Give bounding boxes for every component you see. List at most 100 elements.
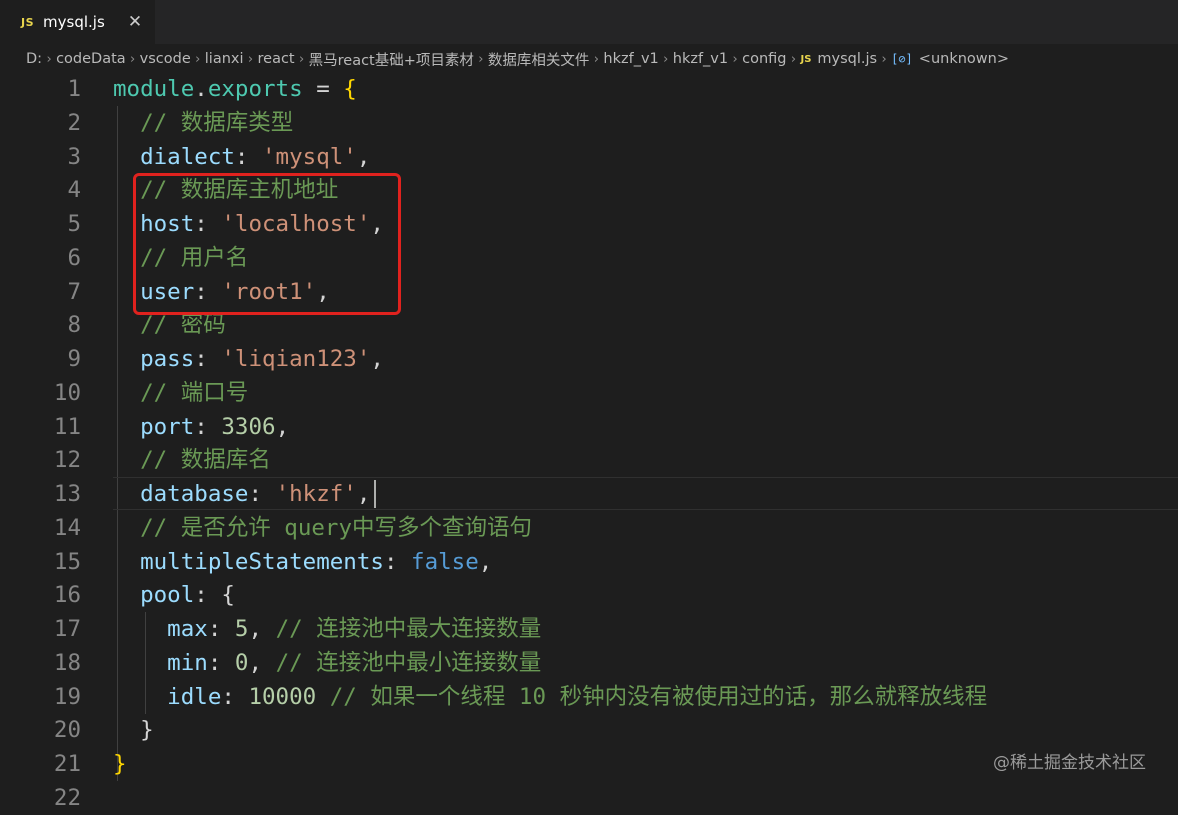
chevron-right-icon: ›: [663, 51, 669, 67]
code-token: 'liqian123': [221, 346, 371, 372]
js-file-icon: JS: [800, 53, 812, 65]
code-text: port: 3306,: [113, 410, 289, 444]
line-number: 6: [67, 244, 81, 271]
code-token: ,: [356, 481, 371, 507]
code-line: 12 // 数据库名: [0, 443, 1178, 477]
code-token: false: [411, 548, 479, 575]
code-token: // 如果一个线程 10 秒钟内没有被使用过的话，那么就释放线程: [329, 683, 988, 710]
code-line: 10 // 端口号: [0, 376, 1178, 410]
line-number: 11: [53, 413, 81, 440]
line-number: 10: [53, 379, 81, 406]
code-token: :: [207, 616, 235, 642]
tab-mysql-js[interactable]: JS mysql.js ✕: [0, 0, 155, 44]
code-line: 13 database: 'hkzf',: [0, 477, 1178, 511]
line-number: 19: [53, 683, 81, 710]
close-icon[interactable]: ✕: [126, 11, 144, 33]
code-token: 10000: [248, 683, 317, 710]
code-token: :: [248, 481, 276, 507]
code-text: // 端口号: [113, 376, 248, 410]
breadcrumb-item[interactable]: 黑马react基础+项目素材: [309, 49, 474, 70]
symbol-icon: [⊘]: [891, 52, 913, 66]
line-number: 9: [67, 346, 81, 372]
line-number: 3: [67, 143, 81, 170]
line-number: 15: [53, 548, 81, 575]
code-token: pool: [113, 582, 195, 609]
code-token: min: [113, 649, 208, 676]
code-token: database: [113, 481, 249, 507]
code-text: // 数据库类型: [113, 106, 293, 140]
code-token: }: [113, 717, 154, 744]
code-token: =: [302, 76, 344, 102]
code-token: // 端口号: [113, 379, 249, 406]
annotation-highlight-box: [133, 173, 401, 315]
code-text: max: 5, // 连接池中最大连接数量: [113, 612, 541, 646]
code-token: 5: [234, 616, 249, 642]
code-text: database: 'hkzf',: [113, 477, 370, 511]
watermark: @稀土掘金技术社区: [993, 753, 1146, 773]
line-number: 20: [53, 717, 81, 744]
code-token: :: [194, 582, 222, 609]
text-cursor: [374, 480, 376, 508]
chevron-right-icon: ›: [790, 51, 797, 67]
chevron-right-icon: ›: [46, 51, 52, 67]
js-file-icon: JS: [21, 15, 35, 29]
code-token: }: [113, 751, 127, 777]
code-token: 0: [234, 649, 249, 676]
code-line: 14 // 是否允许 query中写多个查询语句: [0, 511, 1178, 545]
code-token: :: [194, 413, 222, 440]
code-text: pool: {: [113, 578, 235, 612]
code-text: }: [113, 713, 154, 747]
line-number: 18: [53, 649, 81, 676]
chevron-right-icon: ›: [247, 51, 254, 67]
code-text: pass: 'liqian123',: [113, 342, 384, 376]
line-number: 7: [67, 278, 81, 305]
code-line: 17 max: 5, // 连接池中最大连接数量: [0, 612, 1178, 646]
chevron-right-icon: ›: [593, 51, 599, 67]
code-text: }: [113, 747, 127, 781]
breadcrumb-item[interactable]: codeData: [56, 51, 126, 67]
line-number: 16: [53, 582, 81, 609]
line-number: 13: [53, 481, 81, 507]
tab-label: mysql.js: [43, 13, 105, 31]
breadcrumb-item[interactable]: vscode: [140, 51, 191, 67]
code-text: // 数据库名: [113, 443, 271, 477]
code-token: ,: [248, 616, 276, 642]
chevron-right-icon: ›: [732, 51, 738, 67]
code-token: // 连接池中最小连接数量: [275, 649, 542, 676]
tab-bar: JS mysql.js ✕: [0, 0, 1178, 44]
code-token: ,: [370, 346, 384, 372]
code-token: :: [207, 649, 235, 676]
code-line: 22: [0, 781, 1178, 815]
breadcrumb-item[interactable]: hkzf_v1: [603, 51, 658, 67]
code-token: {: [343, 76, 357, 102]
code-token: // 是否允许 query中写多个查询语句: [113, 514, 533, 541]
code-token: :: [221, 683, 249, 710]
code-line: 20 }: [0, 713, 1178, 747]
breadcrumb-item[interactable]: mysql.js: [817, 51, 877, 67]
code-token: {: [221, 582, 235, 609]
code-token: max: [113, 616, 208, 642]
code-token: // 数据库类型: [113, 109, 294, 136]
breadcrumb-item[interactable]: lianxi: [205, 51, 244, 67]
code-line: 1 module.exports = {: [0, 72, 1178, 106]
breadcrumb-item[interactable]: hkzf_v1: [673, 51, 728, 67]
chevron-right-icon: ›: [478, 51, 484, 67]
breadcrumb-item[interactable]: <unknown>: [919, 51, 1009, 67]
code-text: idle: 10000 // 如果一个线程 10 秒钟内没有被使用过的话，那么就…: [113, 680, 987, 714]
code-token: 'mysql': [262, 143, 357, 170]
code-token: multipleStatements: [113, 548, 384, 575]
code-token: idle: [113, 683, 222, 710]
breadcrumb-item[interactable]: D:: [26, 51, 42, 67]
code-line: 19 idle: 10000 // 如果一个线程 10 秒钟内没有被使用过的话，…: [0, 680, 1178, 714]
code-token: pass: [113, 346, 195, 372]
code-token: :: [234, 143, 263, 170]
breadcrumb-item[interactable]: 数据库相关文件: [488, 49, 590, 70]
code-text: module.exports = {: [113, 72, 357, 106]
code-token: exports: [207, 76, 303, 102]
code-line: 2 // 数据库类型: [0, 106, 1178, 140]
code-token: 3306: [221, 413, 276, 440]
breadcrumb-item[interactable]: react: [258, 51, 295, 67]
breadcrumb-item[interactable]: config: [742, 51, 786, 67]
line-number: 2: [67, 109, 81, 136]
